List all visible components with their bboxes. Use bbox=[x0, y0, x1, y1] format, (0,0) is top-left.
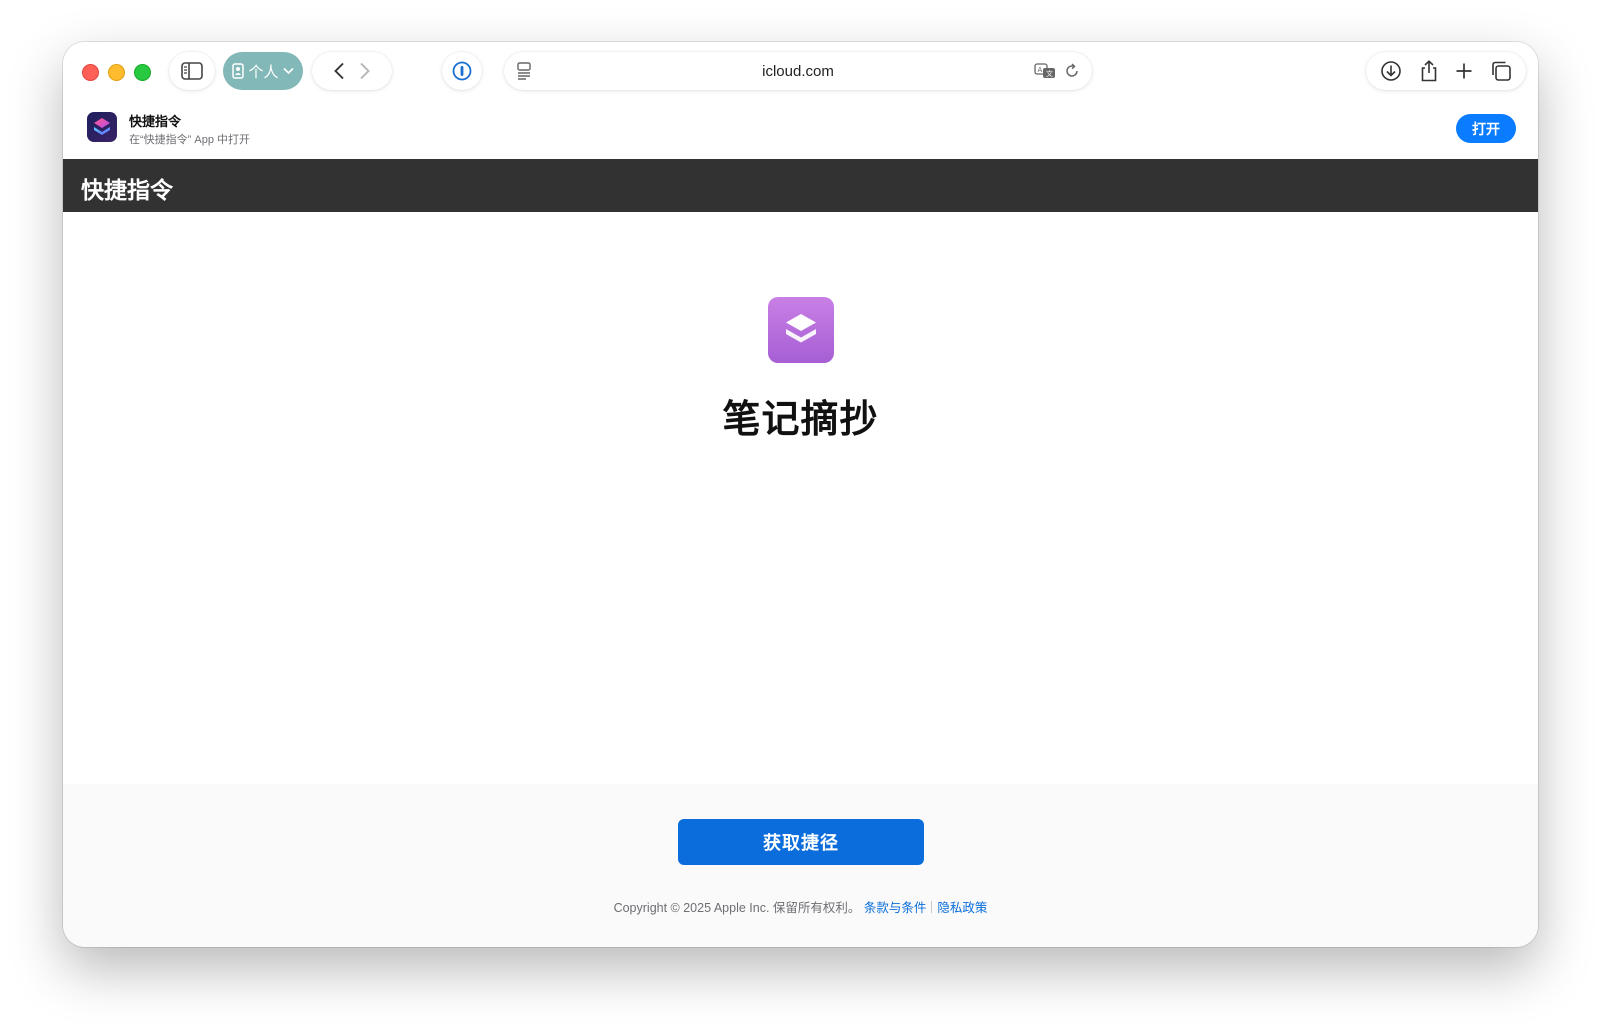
get-shortcut-button[interactable]: 获取捷径 bbox=[678, 819, 924, 865]
site-header: 快捷指令 bbox=[63, 159, 1538, 212]
copyright-line: Copyright © 2025 Apple Inc. 保留所有权利。 条款与条… bbox=[63, 897, 1538, 916]
reader-icon[interactable] bbox=[516, 62, 532, 80]
privacy-link[interactable]: 隐私政策 bbox=[937, 901, 987, 915]
browser-window: 个人 icloud.com A 文 快捷指令 在“快捷指令” App 中打开 打… bbox=[63, 42, 1538, 947]
profile-label: 个人 bbox=[248, 63, 279, 81]
open-in-app-button[interactable]: 打开 bbox=[1456, 114, 1516, 143]
shortcut-name: 笔记摘抄 bbox=[722, 399, 879, 441]
copyright-text: Copyright © 2025 Apple Inc. 保留所有权利。 bbox=[613, 901, 861, 915]
password-manager-button[interactable] bbox=[442, 52, 482, 90]
shortcut-layers-icon bbox=[768, 297, 834, 363]
new-tab-icon[interactable] bbox=[1455, 62, 1473, 80]
tab-overview-icon[interactable] bbox=[1490, 60, 1512, 82]
link-divider bbox=[931, 901, 933, 913]
sidebar-toggle-button[interactable] bbox=[169, 52, 215, 90]
toolbar-actions bbox=[1366, 52, 1526, 90]
password-icon bbox=[452, 61, 472, 81]
download-icon[interactable] bbox=[1380, 60, 1402, 82]
zoom-window-button[interactable] bbox=[134, 64, 151, 81]
shortcuts-app-icon bbox=[87, 112, 117, 142]
banner-subtitle: 在“快捷指令” App 中打开 bbox=[129, 134, 251, 146]
smart-app-banner: 快捷指令 在“快捷指令” App 中打开 打开 bbox=[63, 102, 1538, 159]
browser-toolbar: 个人 icloud.com A 文 bbox=[63, 42, 1538, 102]
back-icon[interactable] bbox=[333, 62, 345, 80]
minimize-window-button[interactable] bbox=[108, 64, 125, 81]
address-text: icloud.com bbox=[762, 62, 834, 80]
page-title: 快捷指令 bbox=[81, 177, 173, 203]
forward-icon[interactable] bbox=[359, 62, 371, 80]
terms-link[interactable]: 条款与条件 bbox=[864, 901, 927, 915]
svg-text:文: 文 bbox=[1046, 69, 1053, 78]
profile-switcher[interactable]: 个人 bbox=[223, 52, 303, 90]
page-footer: 获取捷径 Copyright © 2025 Apple Inc. 保留所有权利。… bbox=[63, 784, 1538, 947]
navigation-group bbox=[312, 52, 392, 90]
main-content: 笔记摘抄 bbox=[63, 212, 1538, 784]
address-actions: A 文 bbox=[1034, 63, 1080, 79]
translate-icon[interactable]: A 文 bbox=[1034, 63, 1056, 79]
reload-icon[interactable] bbox=[1064, 63, 1080, 79]
person-icon bbox=[232, 63, 245, 79]
banner-app-name: 快捷指令 bbox=[129, 114, 182, 129]
sidebar-icon bbox=[181, 62, 203, 80]
close-window-button[interactable] bbox=[82, 64, 99, 81]
share-icon[interactable] bbox=[1419, 60, 1439, 82]
svg-text:A: A bbox=[1038, 66, 1043, 74]
chevron-down-icon bbox=[282, 67, 294, 75]
address-bar[interactable]: icloud.com A 文 bbox=[504, 52, 1092, 90]
